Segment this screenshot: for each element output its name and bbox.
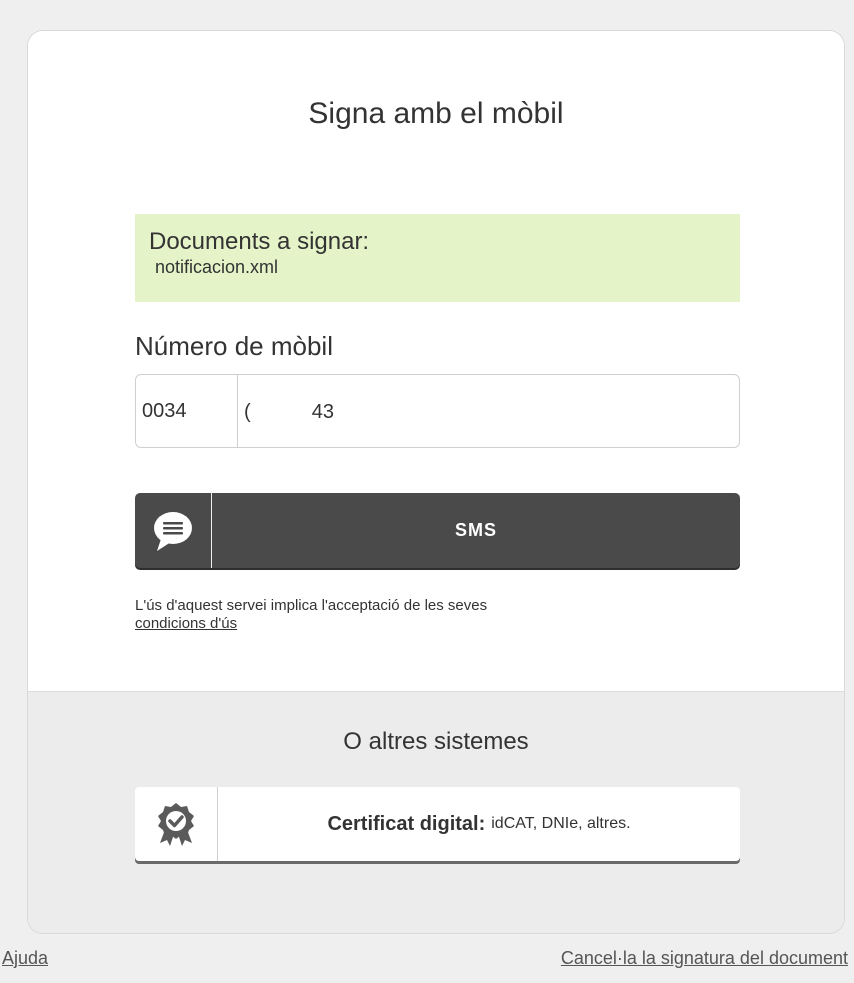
sms-button[interactable]: SMS: [135, 493, 740, 568]
terms-of-use-link[interactable]: condicions d'ús: [135, 615, 237, 632]
cancel-signature-link[interactable]: Cancel·la la signatura del document: [561, 948, 848, 969]
documents-label: Documents a signar:: [149, 228, 370, 255]
other-systems-title: O altres sistemes: [343, 728, 529, 755]
document-file-name: notificacion.xml: [155, 257, 279, 277]
certificate-detail-label: idCAT, DNIe, altres.: [491, 815, 631, 832]
terms-text: L'ús d'aquest servei implica l'acceptaci…: [135, 597, 488, 614]
other-systems-section: O altres sistemes Certificat digital: id…: [28, 691, 844, 933]
country-prefix-field[interactable]: 0034: [136, 375, 238, 447]
sms-button-label: SMS: [454, 520, 497, 540]
documents-box: Documents a signar: notificacion.xml: [135, 214, 740, 302]
speech-bubble-icon: [154, 511, 192, 551]
phone-number-input[interactable]: [238, 375, 739, 449]
signature-card: Signa amb el mòbil Documents a signar: n…: [27, 30, 845, 934]
certificate-icon-container: [135, 787, 218, 861]
mobile-signature-section: Signa amb el mòbil Documents a signar: n…: [28, 31, 844, 691]
page-title: Signa amb el mòbil: [308, 97, 564, 130]
digital-certificate-button[interactable]: Certificat digital: idCAT, DNIe, altres.: [135, 787, 740, 861]
terms-notice: L'ús d'aquest servei implica l'acceptaci…: [135, 597, 740, 633]
mobile-number-label: Número de mòbil: [135, 331, 333, 361]
certificate-bold-label: Certificat digital:: [327, 812, 486, 835]
certificate-badge-icon: [158, 803, 194, 846]
phone-input-group: 0034: [135, 374, 740, 449]
help-link[interactable]: Ajuda: [2, 948, 48, 969]
digital-certificate-label: Certificat digital: idCAT, DNIe, altres.: [218, 787, 740, 861]
sms-icon-container: [135, 493, 212, 568]
